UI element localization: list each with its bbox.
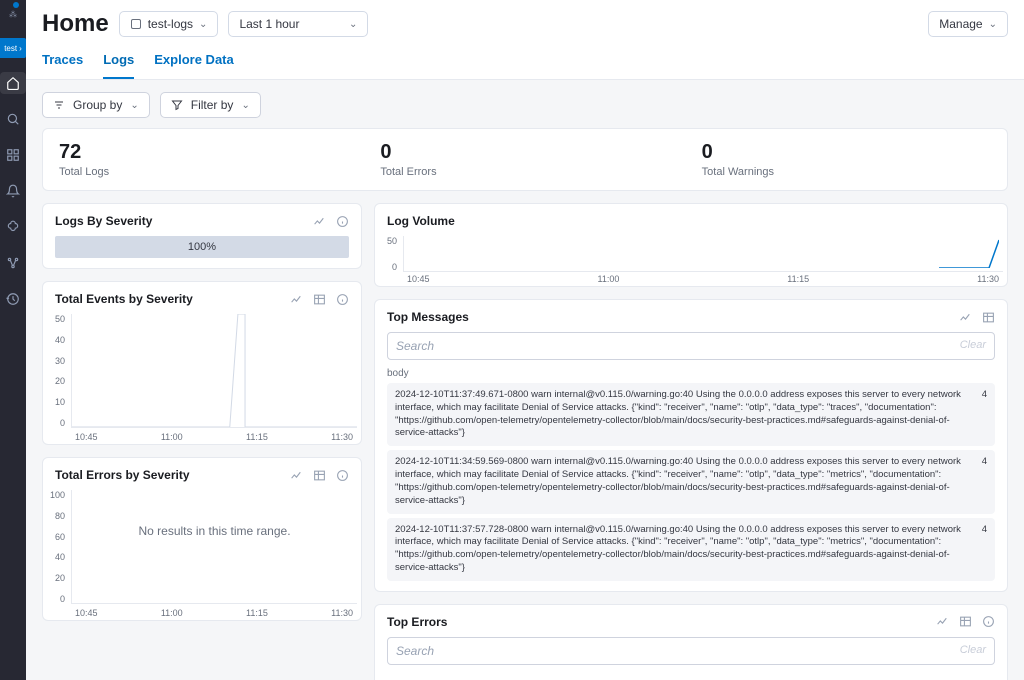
info-icon[interactable]	[982, 615, 995, 628]
nav-alerts-icon[interactable]	[0, 180, 26, 202]
info-icon[interactable]	[336, 293, 349, 306]
message-row[interactable]: 2024-12-10T11:37:49.671-0800 warn intern…	[387, 383, 995, 446]
nav-ml-icon[interactable]	[0, 216, 26, 238]
nav-history-icon[interactable]	[0, 288, 26, 310]
kpi-label: Total Warnings	[702, 166, 991, 178]
kpi-value: 0	[380, 141, 669, 164]
manage-button[interactable]: Manage ⌄	[928, 11, 1008, 37]
chevron-down-icon: ⌄	[349, 19, 357, 30]
kpi-value: 0	[702, 141, 991, 164]
kpi-panel: 72 Total Logs 0 Total Errors 0 Total War…	[42, 128, 1008, 191]
kpi-total-errors: 0 Total Errors	[364, 129, 685, 190]
severity-bar: 100%	[55, 236, 349, 258]
manage-label: Manage	[939, 17, 982, 31]
message-count: 4	[975, 456, 987, 507]
panel-title: Top Messages	[387, 310, 469, 324]
panel-logs-by-severity: Logs By Severity 100%	[42, 203, 362, 269]
line-chart-icon[interactable]	[290, 293, 303, 306]
volume-chart: 50 0 10:45 11:00 11:15 11:30	[375, 236, 1007, 286]
app-logo: ⁂	[9, 4, 17, 24]
kpi-label: Total Logs	[59, 166, 348, 178]
panel-title: Logs By Severity	[55, 214, 152, 228]
page-tabs: Traces Logs Explore Data	[26, 44, 1024, 80]
messages-search: Clear	[387, 332, 995, 360]
kpi-total-logs: 72 Total Logs	[43, 129, 364, 190]
tab-explore-data[interactable]: Explore Data	[154, 44, 233, 79]
events-chart: 50 40 30 20 10 0 10:45	[43, 314, 361, 444]
nav-search-icon[interactable]	[0, 108, 26, 130]
table-icon[interactable]	[313, 469, 326, 482]
search-input[interactable]	[388, 333, 952, 359]
clear-button[interactable]: Clear	[952, 638, 994, 664]
chevron-down-icon: ⌄	[130, 100, 138, 111]
tab-traces[interactable]: Traces	[42, 44, 83, 79]
info-icon[interactable]	[336, 469, 349, 482]
panel-log-volume: Log Volume 50 0 10:45	[374, 203, 1008, 287]
message-row[interactable]: 2024-12-10T11:37:57.728-0800 warn intern…	[387, 518, 995, 581]
tab-logs[interactable]: Logs	[103, 44, 134, 79]
kpi-label: Total Errors	[380, 166, 669, 178]
time-range-label: Last 1 hour	[239, 17, 299, 31]
search-input[interactable]	[388, 638, 952, 664]
nav-home-icon[interactable]	[0, 72, 26, 94]
message-body: 2024-12-10T11:37:57.728-0800 warn intern…	[395, 524, 965, 575]
empty-state: No results in this time range.	[375, 673, 1007, 680]
filter-toolbar: Group by ⌄ Filter by ⌄	[26, 80, 1024, 128]
message-row[interactable]: 2024-12-10T11:34:59.569-0800 warn intern…	[387, 450, 995, 513]
chevron-down-icon: ⌄	[241, 100, 249, 111]
messages-list: 2024-12-10T11:37:49.671-0800 warn intern…	[375, 383, 1007, 591]
panel-title: Log Volume	[387, 214, 455, 228]
table-icon[interactable]	[982, 311, 995, 324]
table-icon[interactable]	[313, 293, 326, 306]
clear-button[interactable]: Clear	[952, 333, 994, 359]
time-range-selector[interactable]: Last 1 hour ⌄	[228, 11, 368, 37]
nav-graph-icon[interactable]	[0, 252, 26, 274]
panel-events-by-severity: Total Events by Severity 50 40	[42, 281, 362, 445]
message-body: 2024-12-10T11:37:49.671-0800 warn intern…	[395, 389, 965, 440]
col-header-body: body	[375, 368, 1007, 383]
workspace-tab[interactable]: test	[0, 38, 26, 58]
panel-title: Top Errors	[387, 615, 447, 629]
group-by-label: Group by	[73, 98, 122, 112]
panel-errors-by-severity: Total Errors by Severity 100 80	[42, 457, 362, 621]
group-by-button[interactable]: Group by ⌄	[42, 92, 150, 118]
line-chart-icon[interactable]	[290, 469, 303, 482]
source-selector-label: test-logs	[148, 17, 193, 31]
empty-state: No results in this time range.	[72, 490, 357, 572]
table-icon[interactable]	[959, 615, 972, 628]
panel-title: Total Events by Severity	[55, 292, 193, 306]
source-selector[interactable]: test-logs ⌄	[119, 11, 219, 37]
message-count: 4	[975, 389, 987, 440]
line-chart-icon[interactable]	[959, 311, 972, 324]
errors-search: Clear	[387, 637, 995, 665]
line-chart-icon[interactable]	[936, 615, 949, 628]
line-chart-icon[interactable]	[313, 215, 326, 228]
page-header: Home test-logs ⌄ Last 1 hour ⌄ Manage ⌄	[26, 0, 1024, 44]
filter-by-button[interactable]: Filter by ⌄	[160, 92, 261, 118]
kpi-value: 72	[59, 141, 348, 164]
panel-top-messages: Top Messages Clear body	[374, 299, 1008, 592]
panel-top-errors: Top Errors Clear No results in this tim	[374, 604, 1008, 680]
left-nav-rail: ⁂ test	[0, 0, 26, 680]
chevron-down-icon: ⌄	[989, 19, 997, 30]
message-body: 2024-12-10T11:34:59.569-0800 warn intern…	[395, 456, 965, 507]
nav-dashboards-icon[interactable]	[0, 144, 26, 166]
message-count: 4	[975, 524, 987, 575]
panel-title: Total Errors by Severity	[55, 468, 190, 482]
kpi-total-warnings: 0 Total Warnings	[686, 129, 1007, 190]
errors-chart: 100 80 60 40 20 0 No results in this tim…	[43, 490, 361, 620]
filter-by-label: Filter by	[191, 98, 234, 112]
info-icon[interactable]	[336, 215, 349, 228]
page-title: Home	[42, 10, 109, 38]
chevron-down-icon: ⌄	[199, 19, 207, 30]
